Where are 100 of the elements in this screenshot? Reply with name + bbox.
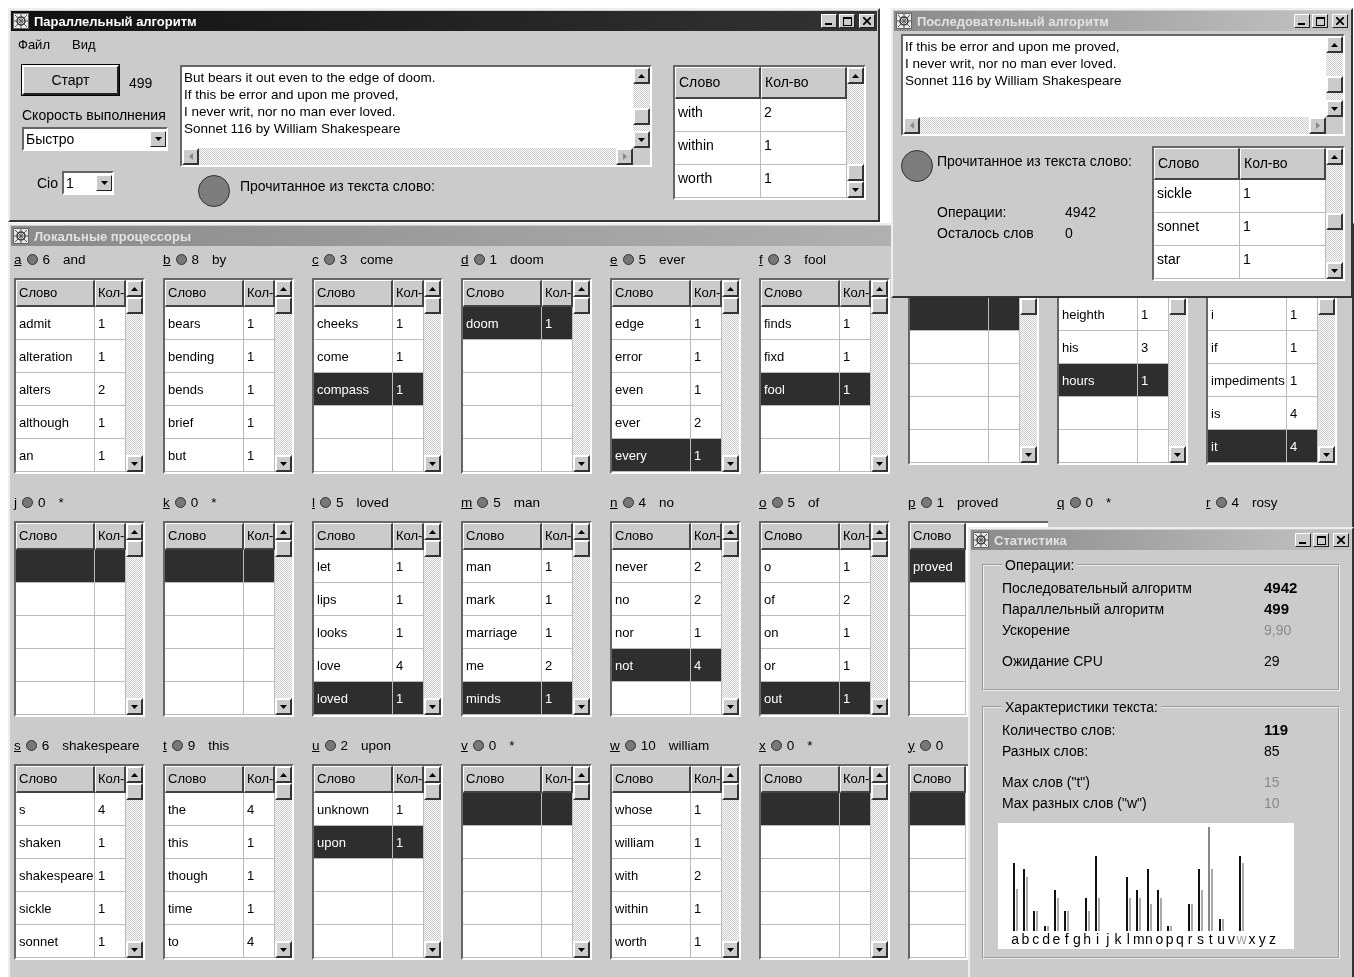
scroll-thumb[interactable]: [847, 164, 864, 181]
column-header[interactable]: Кол-: [244, 523, 275, 550]
column-header[interactable]: Слово: [910, 523, 966, 550]
column-header[interactable]: Кол-: [95, 523, 126, 550]
vertical-scrollbar[interactable]: [1169, 298, 1186, 463]
column-header[interactable]: Кол-: [244, 766, 275, 793]
menu-item[interactable]: Файл: [18, 37, 50, 53]
column-header[interactable]: Слово: [165, 523, 244, 550]
processor-letter[interactable]: e: [610, 251, 618, 267]
scroll-down-button[interactable]: [871, 455, 888, 472]
scroll-up-button[interactable]: [275, 766, 292, 783]
column-header[interactable]: Слово: [612, 766, 691, 793]
scroll-thumb[interactable]: [126, 540, 143, 557]
scroll-down-button[interactable]: [126, 455, 143, 472]
scroll-down-button[interactable]: [871, 698, 888, 715]
scroll-right-button[interactable]: [1309, 117, 1326, 134]
scroll-thumb[interactable]: [722, 540, 739, 557]
column-header[interactable]: Кол-: [840, 280, 871, 307]
scroll-down-button[interactable]: [633, 131, 650, 148]
processor-letter[interactable]: l: [312, 494, 315, 510]
vertical-scrollbar[interactable]: [573, 523, 590, 715]
text-area[interactable]: But bears it out even to the edge of doom. If this be error and upon me proved, I never writ, nor no man ever loved. Sonnet 116 by William Shakespeare: [180, 65, 652, 167]
scroll-down-button[interactable]: [1326, 100, 1343, 117]
scroll-down-button[interactable]: [424, 698, 441, 715]
processor-letter[interactable]: w: [610, 737, 620, 753]
column-header[interactable]: Кол-: [95, 766, 126, 793]
vertical-scrollbar[interactable]: [847, 67, 864, 198]
scroll-up-button[interactable]: [424, 523, 441, 540]
scroll-down-button[interactable]: [424, 941, 441, 958]
vertical-scrollbar[interactable]: [126, 523, 143, 715]
column-header[interactable]: Слово: [16, 523, 95, 550]
menu-item[interactable]: Вид: [71, 37, 96, 53]
horizontal-scrollbar[interactable]: [182, 148, 633, 165]
column-header[interactable]: Слово: [463, 766, 542, 793]
scroll-up-button[interactable]: [871, 280, 888, 297]
minimize-button[interactable]: [1294, 14, 1310, 28]
scroll-down-button[interactable]: [126, 941, 143, 958]
vertical-scrollbar[interactable]: [1318, 298, 1335, 463]
scroll-up-button[interactable]: [424, 280, 441, 297]
vertical-scrollbar[interactable]: [424, 280, 441, 472]
column-header[interactable]: Слово: [16, 766, 95, 793]
processor-letter[interactable]: o: [759, 494, 767, 510]
processor-letter[interactable]: c: [312, 251, 319, 267]
scroll-down-button[interactable]: [1169, 446, 1186, 463]
column-header[interactable]: Кол-: [393, 523, 424, 550]
scroll-up-button[interactable]: [573, 766, 590, 783]
scroll-thumb[interactable]: [633, 108, 650, 125]
processor-letter[interactable]: t: [163, 737, 167, 753]
scroll-thumb[interactable]: [1318, 298, 1335, 315]
vertical-scrollbar[interactable]: [1326, 148, 1343, 279]
scroll-thumb[interactable]: [722, 783, 739, 800]
column-header[interactable]: Кол-: [691, 523, 722, 550]
scroll-up-button[interactable]: [573, 280, 590, 297]
scroll-thumb[interactable]: [573, 783, 590, 800]
column-header[interactable]: Слово: [761, 766, 840, 793]
scroll-up-button[interactable]: [275, 523, 292, 540]
scroll-up-button[interactable]: [1326, 148, 1343, 165]
processor-letter[interactable]: n: [610, 494, 618, 510]
vertical-scrollbar[interactable]: [633, 67, 650, 148]
column-header[interactable]: Слово: [1154, 148, 1240, 180]
scroll-down-button[interactable]: [573, 455, 590, 472]
scroll-up-button[interactable]: [871, 523, 888, 540]
scroll-up-button[interactable]: [871, 766, 888, 783]
scroll-thumb[interactable]: [871, 297, 888, 314]
column-header[interactable]: Кол-во: [1240, 148, 1326, 180]
processor-letter[interactable]: d: [461, 251, 469, 267]
processor-letter[interactable]: u: [312, 737, 320, 753]
scroll-up-button[interactable]: [424, 766, 441, 783]
scroll-down-button[interactable]: [722, 941, 739, 958]
vertical-scrollbar[interactable]: [573, 280, 590, 472]
scroll-down-button[interactable]: [126, 698, 143, 715]
scroll-up-button[interactable]: [633, 67, 650, 84]
column-header[interactable]: Слово: [463, 523, 542, 550]
column-header[interactable]: Слово: [165, 766, 244, 793]
scroll-thumb[interactable]: [275, 540, 292, 557]
scroll-up-button[interactable]: [722, 280, 739, 297]
column-header[interactable]: Кол-: [691, 280, 722, 307]
scroll-thumb[interactable]: [573, 540, 590, 557]
column-header[interactable]: Слово: [314, 280, 393, 307]
maximize-button[interactable]: [1313, 533, 1329, 547]
scroll-thumb[interactable]: [424, 540, 441, 557]
vertical-scrollbar[interactable]: [126, 280, 143, 472]
scroll-thumb[interactable]: [722, 297, 739, 314]
column-header[interactable]: Кол-: [95, 280, 126, 307]
vertical-scrollbar[interactable]: [871, 523, 888, 715]
scroll-up-button[interactable]: [126, 523, 143, 540]
scroll-thumb[interactable]: [871, 783, 888, 800]
scroll-thumb[interactable]: [424, 783, 441, 800]
processor-letter[interactable]: q: [1057, 494, 1065, 510]
scroll-thumb[interactable]: [1020, 298, 1037, 315]
scroll-down-button[interactable]: [1020, 446, 1037, 463]
scroll-down-button[interactable]: [722, 698, 739, 715]
scroll-thumb[interactable]: [126, 783, 143, 800]
scroll-thumb[interactable]: [275, 297, 292, 314]
vertical-scrollbar[interactable]: [722, 766, 739, 958]
scroll-down-button[interactable]: [573, 698, 590, 715]
scroll-thumb[interactable]: [275, 783, 292, 800]
scroll-up-button[interactable]: [275, 280, 292, 297]
processor-letter[interactable]: m: [461, 494, 473, 510]
vertical-scrollbar[interactable]: [424, 523, 441, 715]
